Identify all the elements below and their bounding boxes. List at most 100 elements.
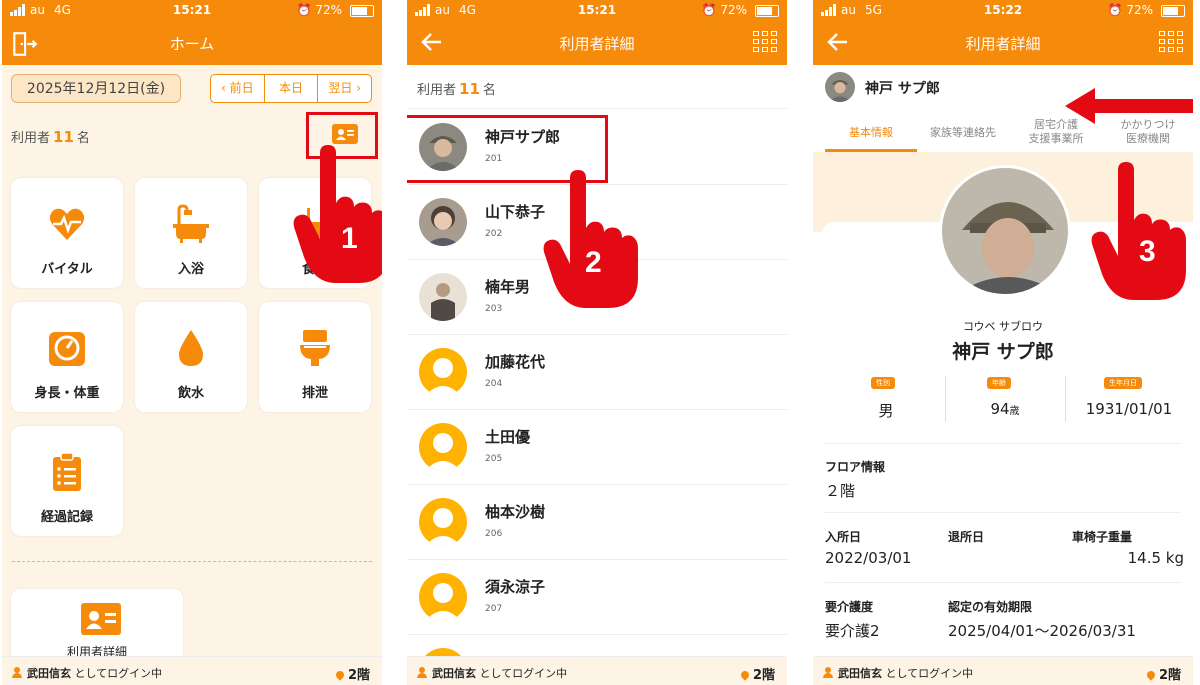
pointing-hand-icon (1091, 162, 1186, 300)
floor-value: ２階 (825, 482, 856, 500)
tile-label: 入浴 (177, 262, 204, 277)
tile-label: 経過記録 (40, 510, 93, 525)
page-title: 利用者詳細 (559, 35, 635, 53)
birthdate-chip: 生年月日 (1104, 377, 1142, 389)
tile-height-weight[interactable]: 身長・体重 (11, 302, 123, 412)
current-floor: 2階 (347, 668, 370, 683)
battery-percent: 72% (315, 3, 342, 17)
status-bar: au 4G 15:21 ⏰ 72% (2, 0, 382, 20)
footer: 武田信玄 としてログイン中 2階 (407, 656, 787, 685)
location-pin-icon (334, 669, 346, 681)
resident-name: 土田優 (485, 428, 531, 446)
bathtub-icon (173, 204, 209, 243)
login-user: 武田信玄 (838, 667, 882, 680)
step-number: 1 (341, 222, 358, 255)
user-icon (823, 667, 833, 678)
room-number: 206 (485, 529, 503, 539)
resident-full-name: 神戸 サプ郎 (952, 341, 1054, 363)
care-level-label: 要介護度 (825, 600, 874, 614)
menu-grid-icon[interactable] (1159, 31, 1183, 53)
scale-icon (49, 332, 85, 366)
room-number: 205 (485, 454, 503, 464)
clipboard-icon (53, 452, 81, 491)
login-suffix: としてログイン中 (885, 667, 974, 680)
status-bar: au 5G 15:22 ⏰ 72% (813, 0, 1193, 20)
default-avatar-icon (419, 423, 467, 471)
step-number: 2 (585, 246, 602, 279)
next-day-button[interactable]: 翌日 › (318, 75, 371, 102)
divider (12, 561, 372, 562)
avatar (825, 72, 855, 102)
tile-label: 身長・体重 (34, 386, 100, 401)
tile-progress-notes[interactable]: 経過記録 (11, 426, 123, 536)
discharge-label: 退所日 (948, 530, 985, 544)
wheelchair-weight-value: 14.5 kg (1127, 549, 1184, 567)
tile-water[interactable]: 飲水 (135, 302, 247, 412)
resident-name: 須永涼子 (485, 578, 546, 596)
tile-label: 飲水 (177, 386, 204, 401)
name-kana: コウベ サブロウ (962, 320, 1044, 333)
floor-label: フロア情報 (825, 460, 886, 474)
location-pin-icon (1145, 669, 1157, 681)
location-pin-icon (739, 669, 751, 681)
header-resident-name: 神戸 サプ郎 (865, 81, 940, 97)
current-floor: 2階 (1158, 668, 1181, 683)
user-list-screen: au 4G 15:21 ⏰ 72% 利用者詳細 利用者 11 名 神戸サプ郎 201… (407, 0, 787, 685)
room-number: 203 (485, 304, 503, 314)
user-icon (12, 667, 22, 678)
profile-photo (939, 165, 1071, 297)
age-value: 94歳 (990, 400, 1020, 418)
app-bar: 利用者詳細 (407, 20, 787, 65)
page-title: 利用者詳細 (965, 35, 1041, 53)
menu-grid-icon[interactable] (753, 31, 777, 53)
list-item[interactable]: 柚本沙樹 206 (407, 485, 787, 560)
today-button[interactable]: 本日 (265, 75, 319, 102)
care-level-value: 要介護2 (825, 622, 880, 640)
room-number: 207 (485, 604, 503, 614)
user-count: 利用者 11 名 (11, 128, 90, 146)
prev-day-button[interactable]: ‹ 前日 (211, 75, 265, 102)
list-item[interactable]: 加藤花代 204 (407, 335, 787, 410)
room-number: 204 (485, 379, 503, 389)
default-avatar-icon (419, 498, 467, 546)
login-user: 武田信玄 (27, 667, 71, 680)
resident-name: 山下恭子 (485, 203, 546, 221)
status-bar: au 4G 15:21 ⏰ 72% (407, 0, 787, 20)
birthdate-value: 1931/01/01 (1085, 400, 1173, 418)
list-item[interactable]: 須永涼子 207 (407, 560, 787, 635)
heart-pulse-icon (49, 208, 85, 240)
tile-label: バイタル (41, 262, 93, 277)
water-drop-icon (179, 330, 203, 366)
tab-family-contacts[interactable]: 家族等連絡先 (921, 126, 1005, 140)
wheelchair-weight-label: 車椅子重量 (1072, 530, 1133, 544)
left-arrow-indicator-icon (1065, 88, 1193, 124)
certification-period-value: 2025/04/01～2026/03/31 (948, 622, 1136, 640)
alarm-icon: ⏰ (1107, 3, 1127, 17)
login-suffix: としてログイン中 (74, 667, 163, 680)
tab-basic-info[interactable]: 基本情報 (825, 126, 917, 140)
default-avatar-icon (419, 573, 467, 621)
gender-chip: 性別 (871, 377, 895, 389)
login-user: 武田信玄 (432, 667, 476, 680)
resident-name: 楠年男 (485, 278, 531, 296)
pointing-hand-icon (543, 170, 638, 308)
tile-vital[interactable]: バイタル (11, 178, 123, 288)
date-selector[interactable]: 2025年12月12日(金) (11, 74, 181, 103)
id-card-icon (81, 603, 121, 635)
footer: 武田信玄 としてログイン中 2階 (813, 656, 1193, 685)
resident-name: 加藤花代 (485, 353, 546, 371)
tile-bath[interactable]: 入浴 (135, 178, 247, 288)
list-item[interactable]: 土田優 205 (407, 410, 787, 485)
battery-icon (755, 5, 779, 17)
toilet-icon (300, 330, 330, 366)
step-number: 3 (1139, 235, 1156, 268)
battery-percent: 72% (720, 3, 747, 17)
tile-excretion[interactable]: 排泄 (259, 302, 371, 412)
default-avatar-icon (419, 348, 467, 396)
page-title: ホーム (169, 35, 215, 53)
gender-value: 男 (878, 402, 894, 420)
age-chip: 年齢 (987, 377, 1011, 389)
avatar (419, 198, 467, 246)
pointing-hand-icon (293, 145, 382, 283)
resident-name: 柚本沙樹 (485, 503, 546, 521)
